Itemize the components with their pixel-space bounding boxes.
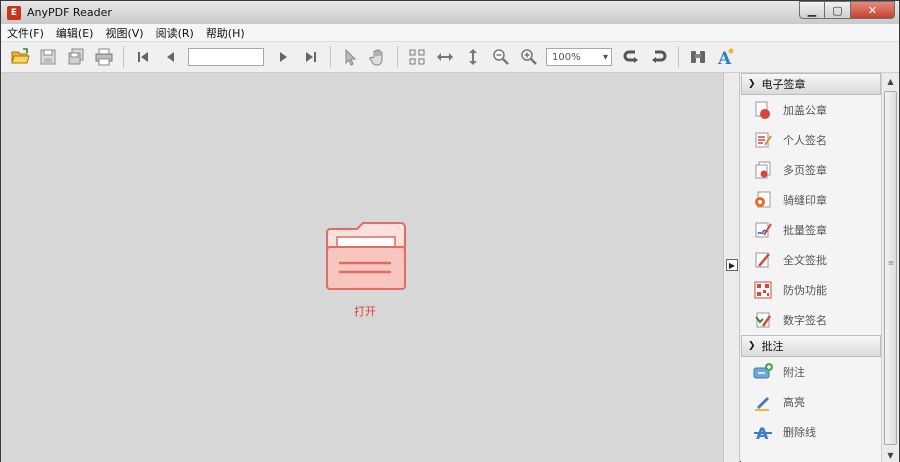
page-number-input[interactable] bbox=[188, 48, 264, 66]
collapse-chevron-icon: ❯ bbox=[748, 341, 756, 351]
zoom-out-icon[interactable] bbox=[490, 46, 512, 68]
batch-sign-icon bbox=[755, 222, 772, 238]
panel-item-batch-sign[interactable]: 批量签章 bbox=[741, 215, 881, 245]
window-controls: ▁ ▢ ✕ bbox=[799, 1, 895, 19]
window-title: AnyPDF Reader bbox=[27, 6, 112, 19]
scroll-up-icon[interactable]: ▲ bbox=[882, 73, 899, 89]
text-icon[interactable]: A bbox=[715, 46, 737, 68]
digital-sign-icon bbox=[755, 312, 772, 328]
panel-item-strikeout[interactable]: A 删除线 bbox=[741, 417, 881, 447]
scroll-down-icon[interactable]: ▼ bbox=[882, 447, 899, 462]
panel-item-label: 附注 bbox=[783, 366, 805, 379]
signature-icon bbox=[755, 132, 772, 148]
hand-icon[interactable] bbox=[367, 46, 389, 68]
app-window: E AnyPDF Reader ▁ ▢ ✕ 文件(F) 编辑(E) 视图(V) … bbox=[0, 0, 900, 462]
panel-item-label: 删除线 bbox=[783, 426, 816, 439]
next-page-icon[interactable] bbox=[272, 46, 294, 68]
panel-scrollbar[interactable]: ▲ ≡ ▼ bbox=[881, 73, 899, 462]
toolbar-separator bbox=[330, 46, 331, 68]
rotate-left-icon[interactable] bbox=[620, 46, 642, 68]
highlight-icon bbox=[755, 397, 769, 411]
panel-splitter[interactable]: ▶ bbox=[723, 73, 740, 462]
collapse-chevron-icon: ❯ bbox=[748, 79, 756, 89]
panel-item-note[interactable]: 附注 bbox=[741, 357, 881, 387]
panel-item-label: 全文签批 bbox=[783, 254, 827, 267]
panel-item-label: 批量签章 bbox=[783, 224, 827, 237]
note-icon bbox=[753, 363, 773, 379]
section-title: 批注 bbox=[761, 340, 784, 353]
menu-bar: 文件(F) 编辑(E) 视图(V) 阅读(R) 帮助(H) bbox=[1, 24, 899, 42]
scroll-thumb[interactable]: ≡ bbox=[884, 91, 897, 445]
toolbar: 100% ▾ A bbox=[1, 42, 899, 73]
first-page-icon[interactable] bbox=[132, 46, 154, 68]
section-header-esign[interactable]: ❯ 电子签章 bbox=[741, 73, 881, 95]
zoom-value: 100% bbox=[552, 51, 581, 63]
find-icon[interactable] bbox=[687, 46, 709, 68]
fit-page-icon[interactable] bbox=[406, 46, 428, 68]
panel-item-anti-counterfeit[interactable]: 防伪功能 bbox=[741, 275, 881, 305]
chevron-down-icon: ▾ bbox=[602, 51, 608, 63]
strikeout-icon: A bbox=[754, 424, 772, 442]
zoom-select[interactable]: 100% ▾ bbox=[546, 48, 612, 66]
collapse-panel-icon[interactable]: ▶ bbox=[726, 259, 738, 271]
rotate-right-icon[interactable] bbox=[648, 46, 670, 68]
select-icon[interactable] bbox=[339, 46, 361, 68]
print-icon[interactable] bbox=[93, 46, 115, 68]
panel-item-seam-seal[interactable]: 骑缝印章 bbox=[741, 185, 881, 215]
menu-file[interactable]: 文件(F) bbox=[1, 25, 50, 41]
stamp-icon bbox=[755, 101, 770, 119]
section-title: 电子签章 bbox=[761, 78, 806, 91]
right-panel: ❯ 电子签章 加盖公章 个人签名 多页签章 骑缝印章 批量签章 全文签批 防伪功… bbox=[741, 73, 881, 462]
minimize-button[interactable]: ▁ bbox=[799, 1, 825, 19]
toolbar-separator bbox=[397, 46, 398, 68]
panel-item-label: 骑缝印章 bbox=[783, 194, 827, 207]
panel-item-digital-sign[interactable]: 数字签名 bbox=[741, 305, 881, 335]
toolbar-separator bbox=[678, 46, 679, 68]
grip-icon: ≡ bbox=[888, 259, 894, 267]
panel-item-label: 数字签名 bbox=[783, 314, 827, 327]
menu-view[interactable]: 视图(V) bbox=[99, 25, 149, 41]
close-button[interactable]: ✕ bbox=[851, 1, 895, 19]
qr-icon bbox=[754, 281, 772, 299]
app-logo-icon: E bbox=[7, 5, 21, 20]
fit-height-icon[interactable] bbox=[462, 46, 484, 68]
open-file-button[interactable]: 打开 bbox=[325, 219, 407, 319]
panel-item-label: 个人签名 bbox=[783, 134, 827, 147]
panel-item-highlight[interactable]: 高亮 bbox=[741, 387, 881, 417]
panel-item-label: 高亮 bbox=[783, 396, 805, 409]
panel-item-label: 多页签章 bbox=[783, 164, 827, 177]
multi-page-icon bbox=[755, 161, 771, 179]
section-header-annotate[interactable]: ❯ 批注 bbox=[741, 335, 881, 357]
menu-read[interactable]: 阅读(R) bbox=[150, 25, 200, 41]
last-page-icon[interactable] bbox=[300, 46, 322, 68]
folder-icon bbox=[326, 222, 406, 290]
fit-width-icon[interactable] bbox=[434, 46, 456, 68]
zoom-in-icon[interactable] bbox=[518, 46, 540, 68]
save-icon[interactable] bbox=[37, 46, 59, 68]
seam-seal-icon bbox=[755, 191, 771, 208]
toolbar-separator bbox=[123, 46, 124, 68]
panel-item-label: 防伪功能 bbox=[783, 284, 827, 297]
menu-help[interactable]: 帮助(H) bbox=[200, 25, 251, 41]
save-as-icon[interactable] bbox=[65, 46, 87, 68]
open-file-label: 打开 bbox=[354, 305, 376, 318]
pen-icon bbox=[755, 252, 770, 268]
panel-item-multi-page[interactable]: 多页签章 bbox=[741, 155, 881, 185]
open-folder-icon[interactable] bbox=[9, 46, 31, 68]
maximize-button[interactable]: ▢ bbox=[825, 1, 851, 19]
panel-item-label: 加盖公章 bbox=[783, 104, 827, 117]
menu-edit[interactable]: 编辑(E) bbox=[50, 25, 100, 41]
panel-item-stamp[interactable]: 加盖公章 bbox=[741, 95, 881, 125]
prev-page-icon[interactable] bbox=[160, 46, 182, 68]
document-area[interactable]: 打开 bbox=[1, 73, 723, 462]
panel-item-full-text-sign[interactable]: 全文签批 bbox=[741, 245, 881, 275]
panel-item-signature[interactable]: 个人签名 bbox=[741, 125, 881, 155]
title-bar: E AnyPDF Reader ▁ ▢ ✕ bbox=[1, 1, 899, 24]
